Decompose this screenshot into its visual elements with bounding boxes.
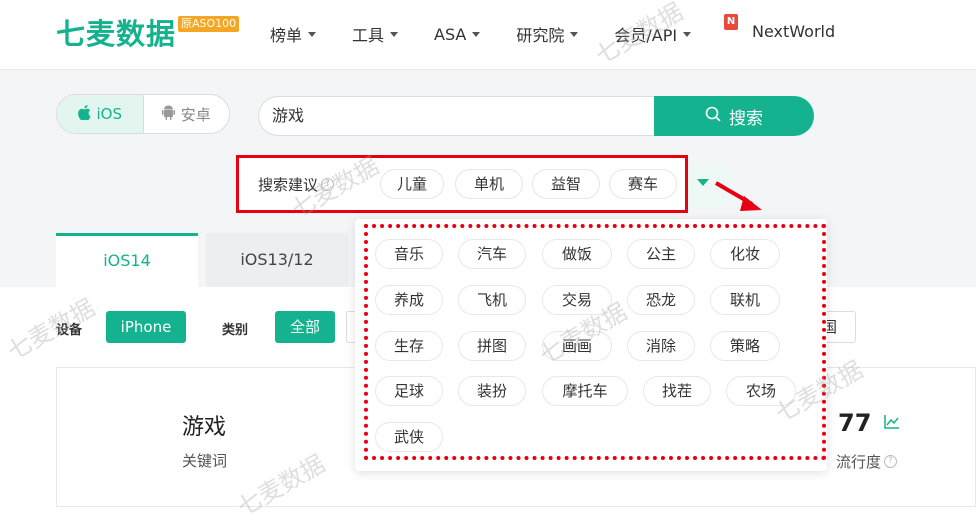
- suggestion-chip[interactable]: 足球: [375, 376, 443, 406]
- nav-label: 榜单: [270, 26, 303, 45]
- logo-text: 七麦数据: [56, 17, 177, 51]
- chevron-down-icon: [308, 31, 317, 37]
- suggestion-chip[interactable]: 交易: [542, 285, 612, 315]
- chevron-down-icon: [683, 31, 692, 37]
- suggestion-chip[interactable]: 策略: [710, 331, 780, 361]
- platform-android-button[interactable]: 安卓: [144, 95, 230, 133]
- nav-label: ASA: [434, 24, 467, 44]
- suggestion-label-text: 搜索建议: [258, 176, 319, 194]
- new-badge: N: [724, 14, 738, 30]
- category-filter-label: 类别: [222, 323, 249, 338]
- suggestion-chip[interactable]: 飞机: [458, 285, 526, 315]
- suggestion-chip[interactable]: 音乐: [375, 239, 443, 269]
- suggestion-label: 搜索建议 ?: [258, 174, 335, 195]
- nav-label: 研究院: [516, 26, 565, 45]
- nav-item-nextworld[interactable]: NextWorld: [752, 22, 835, 41]
- help-icon[interactable]: ?: [321, 178, 335, 191]
- main-nav: 榜单 工具 ASA 研究院 会员/API: [270, 22, 727, 46]
- red-arrow-icon: [714, 181, 762, 211]
- platform-android-label: 安卓: [180, 105, 211, 124]
- suggestion-chip[interactable]: 找茬: [643, 376, 711, 406]
- expand-suggestions-icon[interactable]: [697, 179, 709, 186]
- nav-label: 会员/API: [614, 26, 678, 45]
- category-filter-all[interactable]: 全部: [275, 311, 335, 343]
- suggestion-chip[interactable]: 汽车: [458, 239, 526, 269]
- apple-icon: [77, 104, 91, 124]
- nav-item-rankings[interactable]: 榜单: [270, 22, 317, 46]
- device-filter-iphone[interactable]: iPhone: [106, 311, 186, 343]
- suggestion-chip[interactable]: 单机: [455, 169, 523, 199]
- chevron-down-icon: [570, 31, 579, 37]
- nav-item-tools[interactable]: 工具: [352, 22, 399, 46]
- suggestion-chip[interactable]: 联机: [710, 285, 780, 315]
- nav-item-research[interactable]: 研究院: [516, 22, 579, 46]
- platform-ios-label: iOS: [96, 105, 123, 123]
- tab-ios14[interactable]: iOS14: [56, 233, 198, 287]
- chevron-down-icon: [472, 31, 481, 37]
- logo-badge: 原ASO100: [178, 16, 240, 32]
- search-input[interactable]: 游戏: [258, 96, 658, 136]
- trend-chart-icon[interactable]: [884, 414, 900, 430]
- suggestion-chip[interactable]: 养成: [375, 285, 443, 315]
- suggestion-chip[interactable]: 摩托车: [542, 376, 628, 406]
- nav-item-membership-api[interactable]: 会员/API: [614, 22, 692, 46]
- suggestion-chip[interactable]: 恐龙: [627, 285, 695, 315]
- search-icon: [705, 106, 721, 127]
- tab-ios13-12[interactable]: iOS13/12: [206, 233, 348, 287]
- android-icon: [161, 105, 175, 124]
- help-icon[interactable]: ?: [884, 455, 898, 468]
- suggestion-chip[interactable]: 消除: [627, 331, 695, 361]
- suggestion-chip[interactable]: 化妆: [710, 239, 780, 269]
- site-logo[interactable]: 七麦数据 原ASO100: [56, 14, 240, 54]
- suggestion-chip[interactable]: 赛车: [609, 169, 677, 199]
- nav-label: 工具: [352, 26, 385, 45]
- suggestion-chip[interactable]: 拼图: [458, 331, 526, 361]
- suggestion-chip[interactable]: 益智: [532, 169, 600, 199]
- suggestion-chip[interactable]: 武侠: [375, 422, 443, 452]
- suggestion-chip[interactable]: 装扮: [458, 376, 526, 406]
- suggestion-chip[interactable]: 做饭: [542, 239, 612, 269]
- platform-ios-button[interactable]: iOS: [57, 95, 144, 133]
- device-filter-label: 设备: [56, 323, 83, 338]
- keyword-value: 游戏: [182, 415, 227, 440]
- popularity-label-text: 流行度: [836, 453, 882, 471]
- chevron-down-icon: [390, 31, 399, 37]
- search-button[interactable]: 搜索: [654, 96, 814, 136]
- suggestion-chip[interactable]: 儿童: [380, 169, 444, 199]
- suggestion-chip[interactable]: 画画: [542, 331, 612, 361]
- suggestion-chip[interactable]: 农场: [726, 376, 796, 406]
- popularity-value: 77: [838, 409, 872, 437]
- search-button-label: 搜索: [729, 108, 763, 129]
- nav-item-asa[interactable]: ASA: [434, 22, 481, 46]
- suggestion-chip[interactable]: 公主: [627, 239, 695, 269]
- platform-toggle: iOS 安卓: [56, 94, 230, 134]
- popularity-label: 流行度 ?: [836, 451, 898, 472]
- keyword-label: 关键词: [182, 452, 228, 470]
- suggestion-chip[interactable]: 生存: [375, 331, 443, 361]
- top-nav-bar: 七麦数据 原ASO100 榜单 工具 ASA 研究院 会员/API N Next…: [0, 0, 976, 70]
